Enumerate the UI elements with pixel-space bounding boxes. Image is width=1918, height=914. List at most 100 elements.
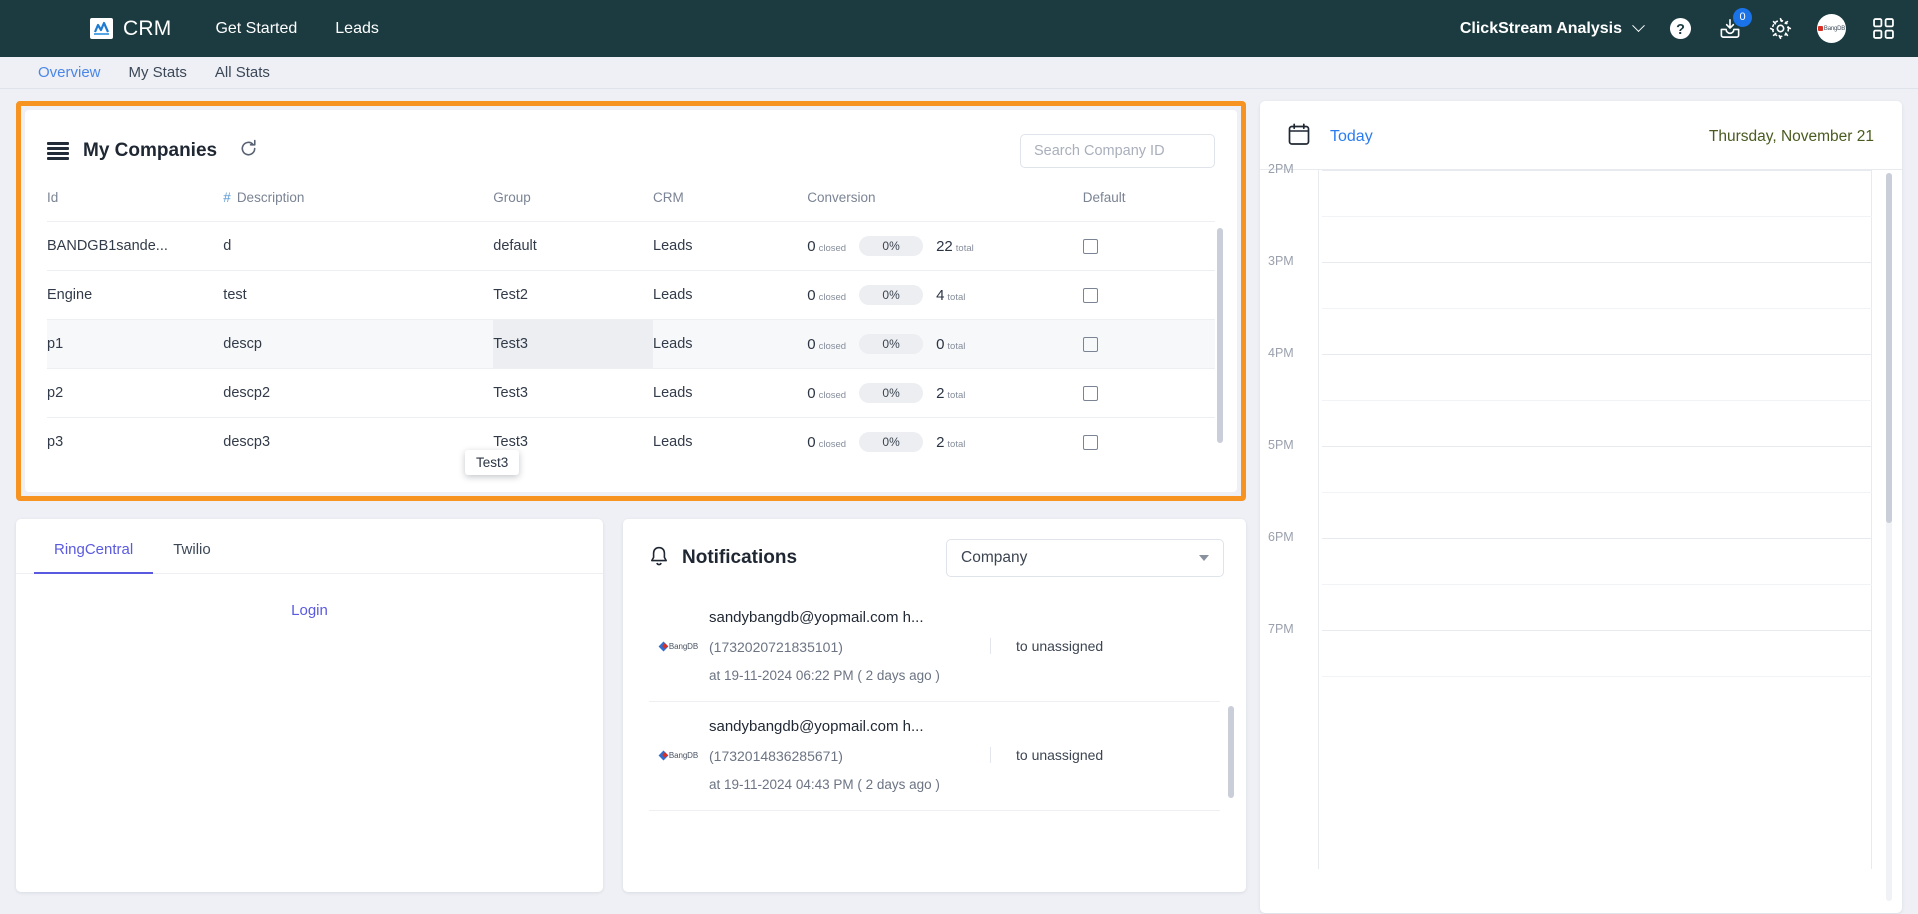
list-item[interactable]: BangDB sandybangdb@yopmail.com h... (173… — [649, 593, 1220, 702]
bell-icon — [649, 545, 669, 572]
table-header-row: Id # Description Group CRM Conversion Def… — [47, 182, 1215, 222]
cell-default — [1082, 319, 1215, 369]
telephony-body: Login — [16, 574, 603, 619]
cell-group: Test2 — [493, 270, 654, 320]
my-companies-highlight: My Companies Search Company ID Id # Desc… — [16, 101, 1246, 501]
tab-all-stats[interactable]: All Stats — [215, 64, 270, 81]
cell-default — [1082, 417, 1215, 467]
avatar-label: BangDB — [1823, 25, 1846, 32]
search-company-box[interactable] — [1020, 134, 1215, 168]
notification-assignment: to unassigned — [990, 747, 1220, 763]
cell-group: Test3 — [493, 319, 654, 369]
table-row[interactable]: p1 descp Test3 Leads 0 closed 0% 0 total — [47, 319, 1215, 369]
gear-icon[interactable] — [1767, 16, 1793, 42]
cell-id: Engine — [47, 270, 224, 320]
calendar-hour-row[interactable]: 2PM — [1268, 162, 1902, 262]
page-title: My Companies — [83, 140, 218, 161]
cell-crm: Leads — [653, 270, 808, 320]
header-id[interactable]: Id — [47, 182, 223, 222]
brand-name: CRM — [123, 16, 172, 40]
conversion-pill: 0% — [859, 285, 924, 305]
calendar-grid[interactable]: 2PM 3PM 4PM 5PM 6PM 7PM — [1260, 162, 1902, 869]
top-header: CRM Get Started Leads ClickStream Analys… — [0, 0, 1918, 57]
notification-subject: sandybangdb@yopmail.com h... — [709, 718, 924, 735]
default-checkbox[interactable] — [1082, 238, 1098, 254]
cell-conversion: 0 closed 0% 2 total — [807, 417, 1083, 467]
bangdb-logo-icon: BangDB — [649, 641, 709, 651]
inbox-badge: 0 — [1733, 7, 1752, 27]
tab-twilio[interactable]: Twilio — [153, 519, 231, 574]
cell-crm: Leads — [653, 417, 808, 467]
cell-conversion: 0 closed 0% 0 total — [807, 319, 1083, 369]
cell-id: BANDGB1sande... — [47, 221, 224, 271]
calendar-header: Today Thursday, November 21 — [1260, 101, 1902, 169]
header-group[interactable]: Group — [493, 182, 653, 222]
conversion-pill: 0% — [859, 383, 924, 403]
header-description[interactable]: # Description — [223, 182, 493, 222]
cell-conversion: 0 closed 0% 4 total — [807, 270, 1083, 320]
table-row[interactable]: Engine test Test2 Leads 0 closed 0% 4 tota… — [47, 270, 1215, 320]
cell-description: descp2 — [223, 368, 494, 418]
tab-my-stats[interactable]: My Stats — [129, 64, 187, 81]
apps-grid-icon[interactable] — [1870, 16, 1896, 42]
cell-default — [1082, 270, 1215, 320]
header-crm[interactable]: CRM — [653, 182, 807, 222]
login-link[interactable]: Login — [291, 602, 328, 619]
notification-time: at 19-11-2024 04:43 PM ( 2 days ago ) — [709, 777, 940, 792]
notification-assignment: to unassigned — [990, 638, 1220, 654]
default-checkbox[interactable] — [1082, 336, 1098, 352]
nav-leads[interactable]: Leads — [335, 20, 379, 38]
total-count: 4 total — [936, 286, 966, 304]
notification-time: at 19-11-2024 06:22 PM ( 2 days ago ) — [709, 668, 940, 683]
bangdb-logo-label: BangDB — [668, 641, 699, 651]
default-checkbox[interactable] — [1082, 287, 1098, 303]
calendar-hour-label: 2PM — [1268, 162, 1294, 176]
notification-id: (1732014836285671) — [709, 748, 843, 764]
calendar-date-label: Thursday, November 21 — [1708, 128, 1874, 145]
default-checkbox[interactable] — [1082, 385, 1098, 401]
calendar-hour-row[interactable]: 5PM — [1268, 438, 1902, 538]
list-item[interactable]: BangDB sandybangdb@yopmail.com h... (173… — [649, 702, 1220, 811]
help-icon[interactable]: ? — [1667, 16, 1693, 42]
header-default[interactable]: Default — [1083, 182, 1215, 222]
chevron-down-icon — [1199, 555, 1209, 561]
chevron-down-icon — [1632, 19, 1645, 33]
calendar-hour-row[interactable]: 6PM — [1268, 530, 1902, 630]
table-scrollbar[interactable] — [1217, 228, 1223, 443]
refresh-icon[interactable] — [239, 139, 258, 163]
table-row[interactable]: BANDGB1sande... d default Leads 0 closed … — [47, 221, 1215, 271]
total-count: 2 total — [936, 433, 966, 451]
notifications-filter-select[interactable]: Company — [946, 539, 1224, 577]
cell-crm: Leads — [653, 221, 808, 271]
calendar-today-button[interactable]: Today — [1330, 128, 1373, 146]
calendar-scrollbar[interactable] — [1886, 173, 1892, 523]
notifications-list: BangDB sandybangdb@yopmail.com h... (173… — [623, 593, 1246, 914]
notification-body: sandybangdb@yopmail.com h... (1732020721… — [709, 609, 990, 683]
inbox-download-icon[interactable]: 0 — [1717, 7, 1752, 42]
search-input[interactable] — [1034, 143, 1201, 159]
calendar-hour-row[interactable]: 4PM — [1268, 346, 1902, 446]
tab-ringcentral[interactable]: RingCentral — [34, 519, 154, 574]
svg-text:?: ? — [1676, 22, 1685, 38]
notifications-scrollbar[interactable] — [1228, 706, 1234, 798]
calendar-hour-row[interactable]: 3PM — [1268, 254, 1902, 354]
tab-overview[interactable]: Overview — [38, 64, 101, 81]
cell-tooltip: Test3 — [465, 450, 520, 475]
nav-get-started[interactable]: Get Started — [215, 20, 297, 38]
table-row[interactable]: p2 descp2 Test3 Leads 0 closed 0% 2 total — [47, 368, 1215, 418]
closed-count: 0 closed — [807, 237, 847, 255]
crm-logo-icon — [90, 18, 113, 39]
calendar-left-divider — [1318, 170, 1319, 869]
notifications-title: Notifications — [682, 547, 798, 568]
calendar-hour-row[interactable]: 7PM — [1268, 622, 1902, 722]
default-checkbox[interactable] — [1082, 434, 1098, 450]
header-conversion[interactable]: Conversion — [807, 182, 1082, 222]
workspace-selector[interactable]: ClickStream Analysis — [1460, 19, 1645, 38]
table-row[interactable]: p3 descp3 Test3 Leads 0 closed 0% 2 total — [47, 417, 1215, 467]
avatar[interactable]: BangDB — [1817, 14, 1846, 43]
companies-table: Id # Description Group CRM Conversion Def… — [47, 182, 1215, 467]
brand[interactable]: CRM — [90, 17, 171, 41]
page-body: My Companies Search Company ID Id # Desc… — [0, 89, 1918, 914]
cell-default — [1082, 368, 1215, 418]
closed-count: 0 closed — [807, 286, 847, 304]
